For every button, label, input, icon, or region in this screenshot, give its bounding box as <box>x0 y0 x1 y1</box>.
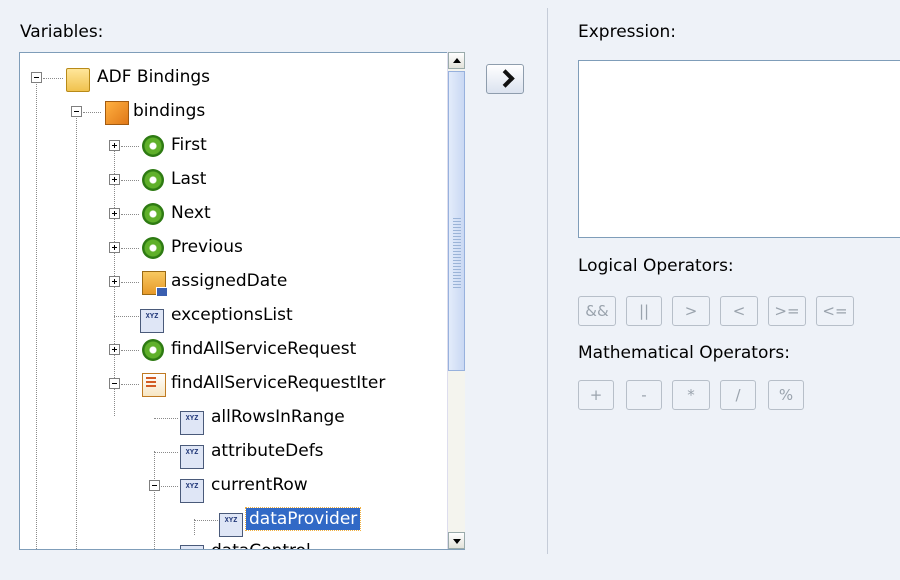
expression-textarea[interactable] <box>578 60 900 238</box>
op-gte-button[interactable]: >= <box>768 296 806 326</box>
op-multiply-button[interactable]: * <box>672 380 710 410</box>
tree-node-label: findAllServiceRequest <box>171 339 357 359</box>
xyz-icon: XYZ <box>180 445 204 469</box>
expand-icon[interactable] <box>109 344 120 355</box>
collapse-icon[interactable] <box>149 480 160 491</box>
op-lte-button[interactable]: <= <box>816 296 854 326</box>
mathematical-operators-label: Mathematical Operators: <box>578 343 790 363</box>
op-minus-button[interactable]: - <box>626 380 662 410</box>
tree-node-label: bindings <box>133 101 206 121</box>
expand-icon[interactable] <box>109 208 120 219</box>
tree-node-label: attributeDefs <box>211 441 324 461</box>
expand-icon[interactable] <box>109 276 120 287</box>
action-gear-icon <box>142 135 164 157</box>
xyz-icon: XYZ <box>180 479 204 503</box>
tree-node-label: dataControl <box>208 540 314 549</box>
op-less-button[interactable]: < <box>720 296 758 326</box>
variables-label: Variables: <box>20 22 104 42</box>
collapse-icon[interactable] <box>109 378 120 389</box>
variables-tree[interactable]: ADF Bindings bindings First Last Next Pr… <box>19 52 465 550</box>
tree-node-label: Previous <box>171 237 243 257</box>
tree-scrollbar[interactable] <box>447 52 465 549</box>
action-gear-icon <box>142 339 164 361</box>
folder-icon <box>66 68 90 92</box>
xyz-icon: XYZ <box>180 411 204 435</box>
scroll-down-icon[interactable] <box>448 532 465 549</box>
tree-node-label: assignedDate <box>171 271 288 291</box>
tree-node-label: exceptionsList <box>171 305 293 325</box>
expand-icon[interactable] <box>109 242 120 253</box>
xyz-icon: XYZ <box>180 545 204 549</box>
tree-node-label: dataProvider <box>244 507 362 531</box>
op-modulo-button[interactable]: % <box>768 380 804 410</box>
op-divide-button[interactable]: / <box>720 380 756 410</box>
insert-variable-button[interactable] <box>486 64 524 94</box>
attribute-binding-icon <box>142 271 168 297</box>
tree-node-label: Next <box>171 203 211 223</box>
tree-node-label: allRowsInRange <box>211 407 345 427</box>
op-or-button[interactable]: || <box>626 296 662 326</box>
op-greater-button[interactable]: > <box>672 296 710 326</box>
scroll-thumb[interactable] <box>448 71 465 371</box>
action-gear-icon <box>142 169 164 191</box>
tree-node-label: Last <box>171 169 207 189</box>
xyz-icon: XYZ <box>140 309 164 333</box>
collapse-icon[interactable] <box>71 106 82 117</box>
expand-icon[interactable] <box>109 140 120 151</box>
tree-node-label: currentRow <box>211 475 308 495</box>
tree-node-label: ADF Bindings <box>97 67 210 87</box>
tree-node-label: findAllServiceRequestIter <box>171 373 386 393</box>
op-plus-button[interactable]: + <box>578 380 614 410</box>
scroll-up-icon[interactable] <box>448 52 465 69</box>
action-gear-icon <box>142 237 164 259</box>
iterator-icon <box>142 373 166 397</box>
expression-label: Expression: <box>578 22 677 42</box>
tree-node-label: First <box>171 135 207 155</box>
panel-divider <box>547 8 548 554</box>
logical-operators-label: Logical Operators: <box>578 256 734 276</box>
collapse-icon[interactable] <box>31 72 42 83</box>
op-and-button[interactable]: && <box>578 296 616 326</box>
action-gear-icon <box>142 203 164 225</box>
xyz-icon: XYZ <box>219 513 243 537</box>
expand-icon[interactable] <box>109 174 120 185</box>
binding-container-icon <box>105 101 129 125</box>
